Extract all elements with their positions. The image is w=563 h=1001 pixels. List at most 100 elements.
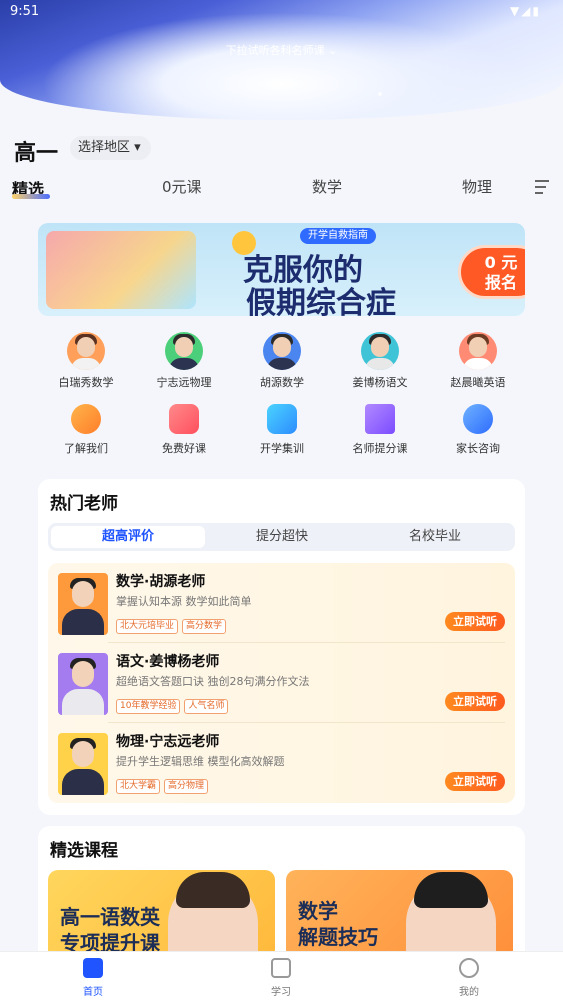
tag: 北大元培毕业	[116, 619, 179, 634]
tab-top-school[interactable]: 名校毕业	[358, 526, 512, 548]
region-selector[interactable]: 选择地区 ▾	[70, 136, 151, 160]
nav-home[interactable]: 首页	[53, 958, 133, 998]
teacher-list: 数学·胡源老师 掌握认知本源 数学如此简单 北大元培毕业 高分数学 立即试听 语文…	[48, 563, 515, 803]
function-training[interactable]: 开学集训	[237, 404, 327, 456]
banner-illustration	[46, 231, 196, 309]
teacher-shortcut[interactable]: 宁志远物理	[139, 332, 229, 390]
nav-label: 学习	[271, 987, 291, 998]
tab-top-rated[interactable]: 超高评价	[51, 526, 205, 548]
function-free-courses[interactable]: 免费好课	[139, 404, 229, 456]
nav-label: 我的	[459, 987, 479, 998]
nav-label: 首页	[83, 987, 103, 998]
bottom-nav: 首页 学习 我的	[0, 951, 563, 1001]
function-about-us[interactable]: 了解我们	[41, 404, 131, 456]
subject-tabs: 精选 0元课 数学 物理	[0, 176, 563, 200]
banner-ribbon: 开学自救指南	[300, 228, 376, 244]
tab-underline	[12, 194, 50, 199]
teacher-label: 白瑞秀数学	[58, 376, 114, 389]
cta-line-1: 0 元	[484, 253, 518, 272]
teacher-tags: 北大学霸 高分物理	[116, 773, 212, 794]
heart-badge-icon	[71, 404, 101, 434]
teacher-shortcut[interactable]: 赵晨曦英语	[433, 332, 523, 390]
teacher-filter-tabs: 超高评价 提分超快 名校毕业	[48, 523, 515, 551]
teacher-label: 赵晨曦英语	[450, 376, 506, 389]
teacher-name: 物理·宁志远老师	[116, 734, 220, 750]
trial-listen-button[interactable]: 立即试听	[445, 612, 505, 631]
hot-teachers-card: 热门老师 超高评价 提分超快 名校毕业 数学·胡源老师 掌握认知本源 数学如此简…	[38, 479, 525, 815]
course-card[interactable]: 数学 解题技巧	[286, 870, 513, 960]
tag: 北大学霸	[116, 779, 161, 794]
tab-physics[interactable]: 物理	[462, 176, 492, 197]
carousel-dot	[378, 92, 382, 96]
list-item[interactable]: 数学·胡源老师 掌握认知本源 数学如此简单 北大元培毕业 高分数学 立即试听	[48, 563, 515, 643]
grade-title: 高一	[14, 141, 59, 166]
course-teacher-hair	[414, 872, 488, 908]
tag: 人气名师	[184, 699, 229, 714]
tag: 高分物理	[164, 779, 209, 794]
course-title-line: 解题技巧	[298, 925, 378, 949]
course-title: 高一语数英 专项提升课	[60, 904, 160, 956]
avatar	[459, 332, 497, 370]
cta-line-2: 报名	[484, 273, 517, 292]
avatar	[165, 332, 203, 370]
teacher-shortcut[interactable]: 姜博杨语文	[335, 332, 425, 390]
teacher-photo	[58, 653, 108, 715]
function-label: 了解我们	[64, 442, 108, 455]
pull-down-hint[interactable]: 下拉试听各科名师课 ⌄	[0, 42, 563, 58]
function-label: 免费好课	[162, 442, 206, 455]
status-time: 9:51	[10, 4, 40, 19]
function-label: 家长咨询	[456, 442, 500, 455]
graduation-cap-icon	[365, 404, 395, 434]
course-title-line: 数学	[298, 899, 338, 923]
course-teacher-hair	[176, 872, 250, 908]
trial-listen-button[interactable]: 立即试听	[445, 772, 505, 791]
teacher-label: 宁志远物理	[156, 376, 212, 389]
course-title-line: 高一语数英	[60, 905, 160, 929]
chart-icon	[267, 404, 297, 434]
chat-person-icon	[463, 404, 493, 434]
list-item[interactable]: 语文·姜博杨老师 超绝语文答题口诀 独创28句满分作文法 10年教学经验 人气名师…	[48, 643, 515, 723]
avatar	[361, 332, 399, 370]
tag: 10年教学经验	[116, 699, 181, 714]
status-bar: 9:51 ▼◢▮	[0, 0, 563, 24]
gift-icon	[169, 404, 199, 434]
teacher-tags: 10年教学经验 人气名师	[116, 693, 232, 714]
banner-headline-2: 假期综合症	[246, 286, 396, 316]
tab-fast-improvement[interactable]: 提分超快	[205, 526, 359, 548]
tab-math[interactable]: 数学	[312, 176, 342, 197]
avatar	[67, 332, 105, 370]
function-label: 开学集训	[260, 442, 304, 455]
tag: 高分数学	[182, 619, 227, 634]
banner-signup-button[interactable]: 0 元 报名	[458, 245, 525, 299]
promo-banner[interactable]: 开学自救指南 克服你的 假期综合症 0 元 报名	[38, 223, 525, 316]
function-boost-class[interactable]: 名师提分课	[335, 404, 425, 456]
teacher-label: 胡源数学	[260, 376, 304, 389]
list-item[interactable]: 物理·宁志远老师 提升学生逻辑思维 模型化高效解题 北大学霸 高分物理 立即试听	[48, 723, 515, 803]
status-icons: ▼◢▮	[509, 4, 541, 18]
teacher-photo	[58, 733, 108, 795]
nav-profile[interactable]: 我的	[429, 958, 509, 998]
teacher-label: 姜博杨语文	[352, 376, 408, 389]
course-title: 数学 解题技巧	[298, 898, 378, 950]
study-icon	[271, 958, 291, 978]
section-title: 热门老师	[50, 494, 118, 514]
avatar	[263, 332, 301, 370]
teacher-name: 数学·胡源老师	[116, 574, 206, 590]
teacher-desc: 掌握认知本源 数学如此简单	[116, 595, 252, 608]
menu-icon[interactable]	[535, 180, 549, 198]
home-book-icon	[83, 958, 103, 978]
teacher-shortcut[interactable]: 胡源数学	[237, 332, 327, 390]
teacher-desc: 超绝语文答题口诀 独创28句满分作文法	[116, 675, 310, 688]
smile-face-icon	[459, 958, 479, 978]
section-title: 精选课程	[50, 841, 118, 861]
function-parent-consult[interactable]: 家长咨询	[433, 404, 523, 456]
function-label: 名师提分课	[352, 442, 408, 455]
course-card[interactable]: 高一语数英 专项提升课	[48, 870, 275, 960]
nav-study[interactable]: 学习	[241, 958, 321, 998]
teacher-desc: 提升学生逻辑思维 模型化高效解题	[116, 755, 285, 768]
teacher-tags: 北大元培毕业 高分数学	[116, 613, 230, 634]
trial-listen-button[interactable]: 立即试听	[445, 692, 505, 711]
tab-free[interactable]: 0元课	[162, 176, 202, 197]
teacher-shortcut[interactable]: 白瑞秀数学	[41, 332, 131, 390]
teacher-photo	[58, 573, 108, 635]
